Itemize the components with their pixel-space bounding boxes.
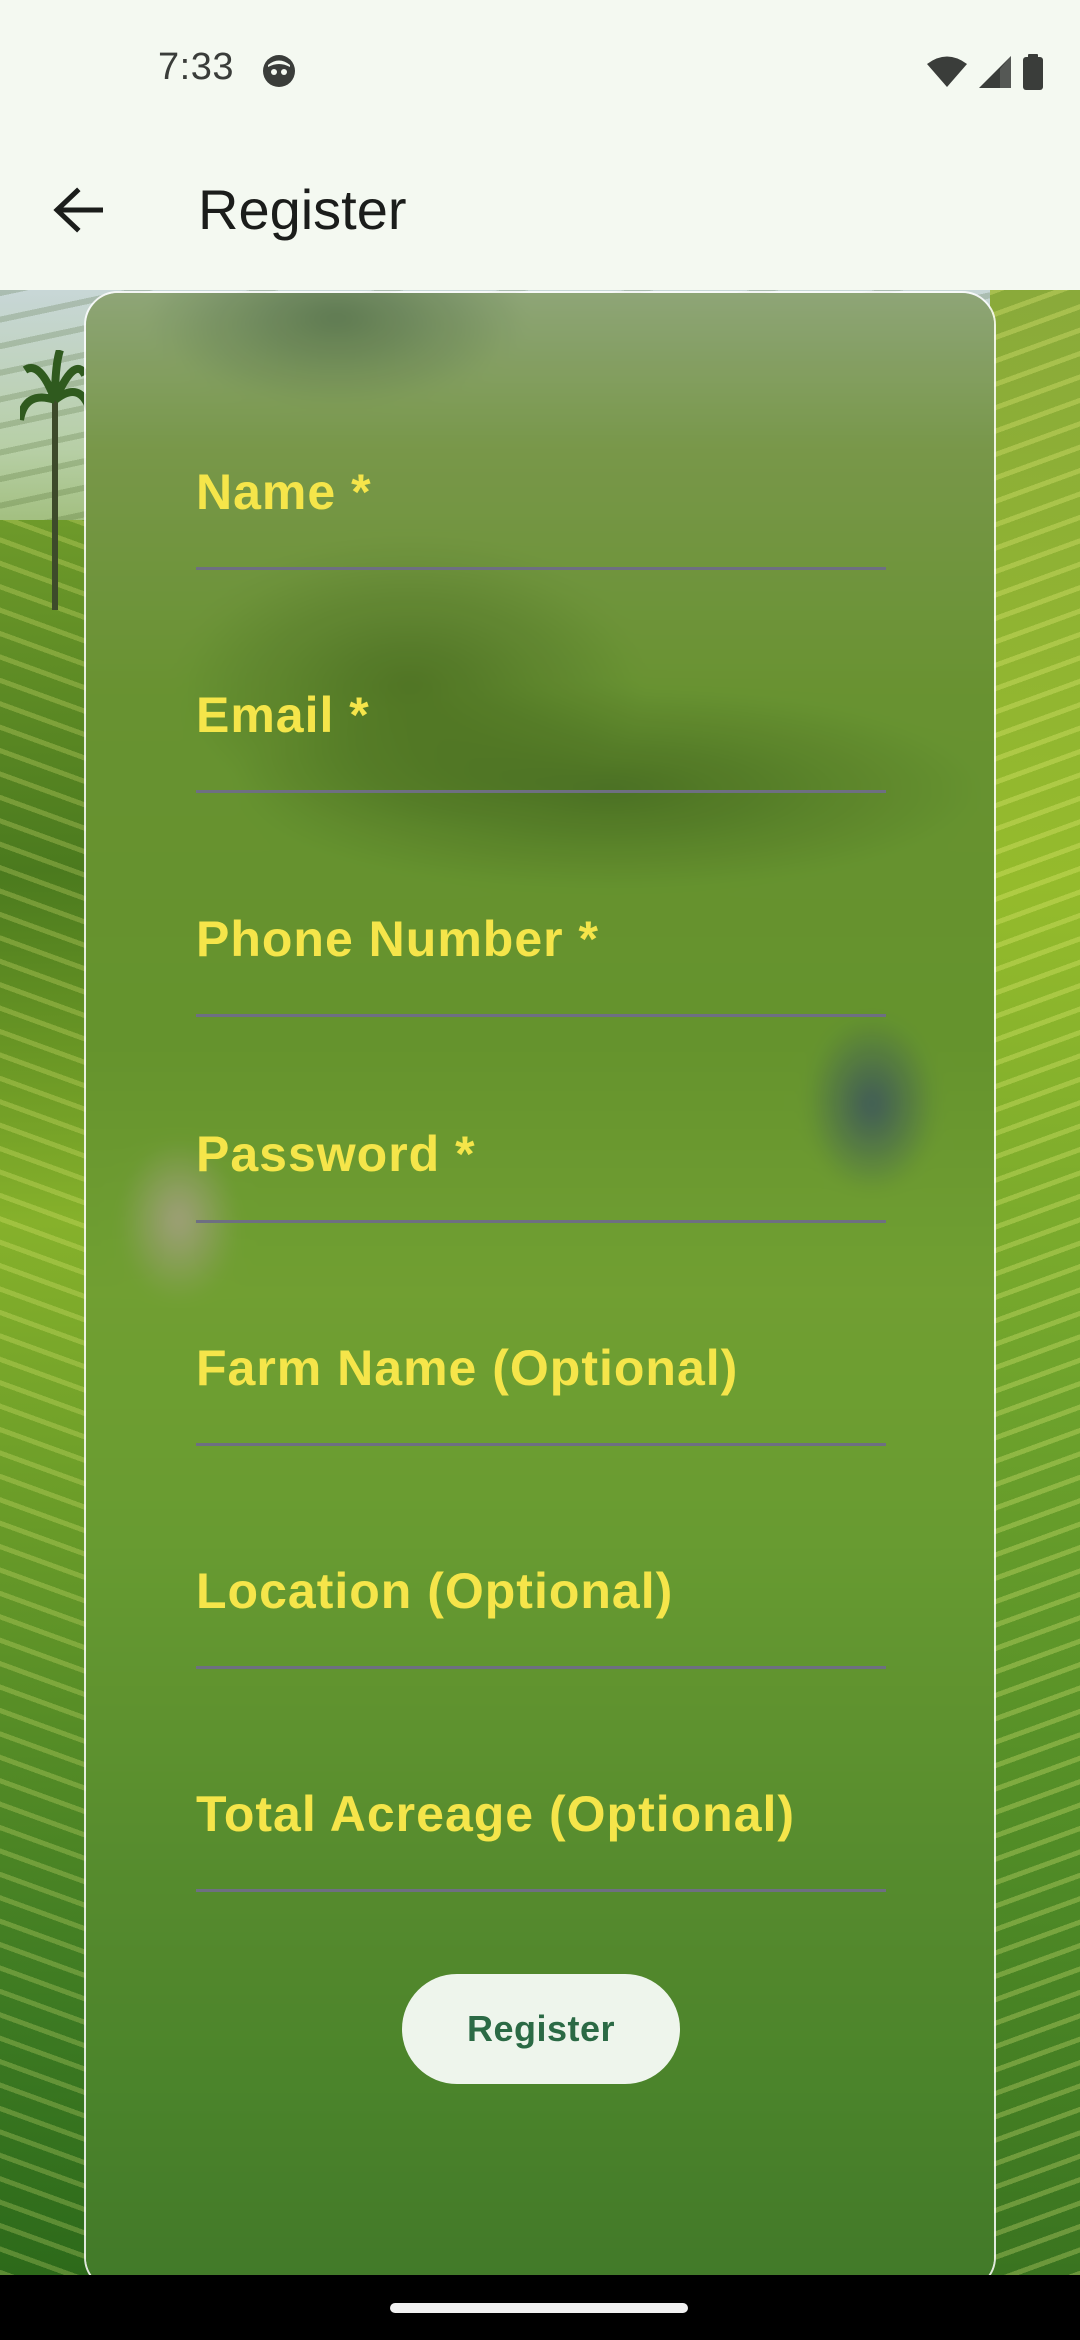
email-field-label: Email * <box>196 687 370 743</box>
location-field-label: Location (Optional) <box>196 1563 674 1619</box>
total-acreage-field-underline <box>196 1889 886 1892</box>
farm-name-field-label: Farm Name (Optional) <box>196 1340 739 1396</box>
email-field-underline <box>196 790 886 793</box>
farm-name-field-underline <box>196 1443 886 1446</box>
home-gesture-handle[interactable] <box>390 2303 688 2313</box>
register-button[interactable]: Register <box>402 1974 680 2084</box>
password-field-underline <box>196 1220 886 1223</box>
phone-number-field-underline <box>196 1014 886 1017</box>
arrow-back-icon <box>53 187 103 233</box>
wifi-icon <box>927 56 967 87</box>
tea-bushes-left <box>0 520 86 2275</box>
app-bar: Register <box>0 144 1080 290</box>
system-nav-bar <box>0 2275 1080 2340</box>
page-title: Register <box>198 178 407 241</box>
name-field-underline <box>196 567 886 570</box>
phone-number-field-label: Phone Number * <box>196 911 599 967</box>
status-time: 7:33 <box>158 46 234 88</box>
name-field-label: Name * <box>196 464 372 520</box>
face-icon <box>263 55 295 87</box>
battery-icon <box>1023 54 1043 90</box>
palm-tree <box>20 350 90 610</box>
password-field-label: Password * <box>196 1126 476 1182</box>
registration-form-card: Name * Email * Phone Number * Password *… <box>84 291 996 2291</box>
location-field-underline <box>196 1666 886 1669</box>
status-icons <box>926 52 1044 92</box>
signal-icon <box>979 56 1011 88</box>
tea-bushes-right <box>990 290 1080 2275</box>
back-button[interactable] <box>40 172 116 248</box>
status-bar: 7:33 <box>0 0 1080 144</box>
total-acreage-field-label: Total Acreage (Optional) <box>196 1786 796 1842</box>
